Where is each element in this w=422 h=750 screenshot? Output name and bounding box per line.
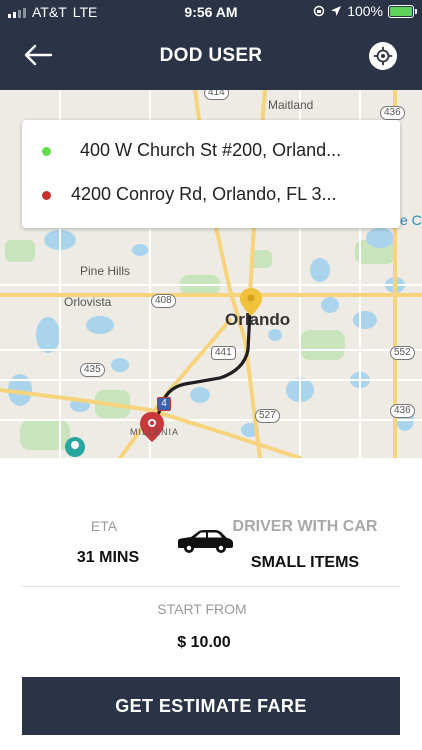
locate-button[interactable]: [369, 42, 397, 70]
battery-percent: 100%: [347, 3, 383, 19]
map-label-orlando: Orlando: [225, 310, 291, 329]
crosshair-icon: [373, 46, 393, 66]
divider: [22, 586, 400, 587]
service-type-label: DRIVER WITH CAR: [232, 518, 378, 535]
map-label-orlovista: Orlovista: [64, 295, 112, 309]
battery-icon: [388, 4, 417, 18]
map-shield-i4: 4: [157, 397, 171, 411]
map-shield-436-top: 436: [380, 106, 405, 120]
dropoff-row[interactable]: 4200 Conroy Rd, Orlando, FL 3...: [22, 176, 400, 216]
map-shield-435: 435: [80, 363, 105, 377]
car-icon: [178, 530, 233, 553]
status-right: 100%: [313, 3, 417, 19]
eta-value: 31 MINS: [76, 549, 140, 566]
map-shield-441: 441: [211, 346, 236, 360]
page-title: DOD USER: [159, 45, 263, 66]
trip-info-panel: ETA 31 MINS DRIVER WITH CAR SMALL ITEMS …: [0, 458, 422, 673]
dropoff-dot: [42, 191, 51, 200]
map-label-maitland: Maitland: [268, 98, 314, 112]
start-from-label: START FROM: [157, 601, 247, 617]
dropoff-address[interactable]: 4200 Conroy Rd, Orlando, FL 3...: [71, 184, 336, 205]
pickup-row[interactable]: 400 W Church St #200, Orland...: [22, 132, 400, 172]
map-label-pine-hills: Pine Hills: [80, 264, 131, 278]
map-shield-436-bottom: 436: [390, 404, 415, 418]
rotation-lock-icon: [313, 5, 325, 17]
map-shield-527: 527: [255, 409, 280, 423]
map-shield-552: 552: [390, 346, 415, 360]
map-label-partial: e C: [400, 212, 422, 228]
location-arrow-icon: [331, 6, 342, 16]
start-from-value: $ 10.00: [177, 634, 231, 651]
eta-label: ETA: [90, 518, 118, 534]
status-bar: AT&T LTE 9:56 AM 100%: [0, 0, 422, 24]
get-estimate-fare-button[interactable]: GET ESTIMATE FARE: [22, 677, 400, 735]
map-shield-408: 408: [151, 294, 176, 308]
header-bar: AT&T LTE 9:56 AM 100% DOD USER: [0, 0, 422, 90]
route-card: 400 W Church St #200, Orland... 4200 Con…: [22, 120, 400, 228]
map-label-millenia: MILLENIA: [130, 427, 180, 437]
service-type-value: SMALL ITEMS: [250, 554, 360, 571]
pickup-address[interactable]: 400 W Church St #200, Orland...: [80, 140, 341, 161]
map-shield-414: 414: [204, 90, 229, 100]
pickup-dot: [42, 147, 51, 156]
